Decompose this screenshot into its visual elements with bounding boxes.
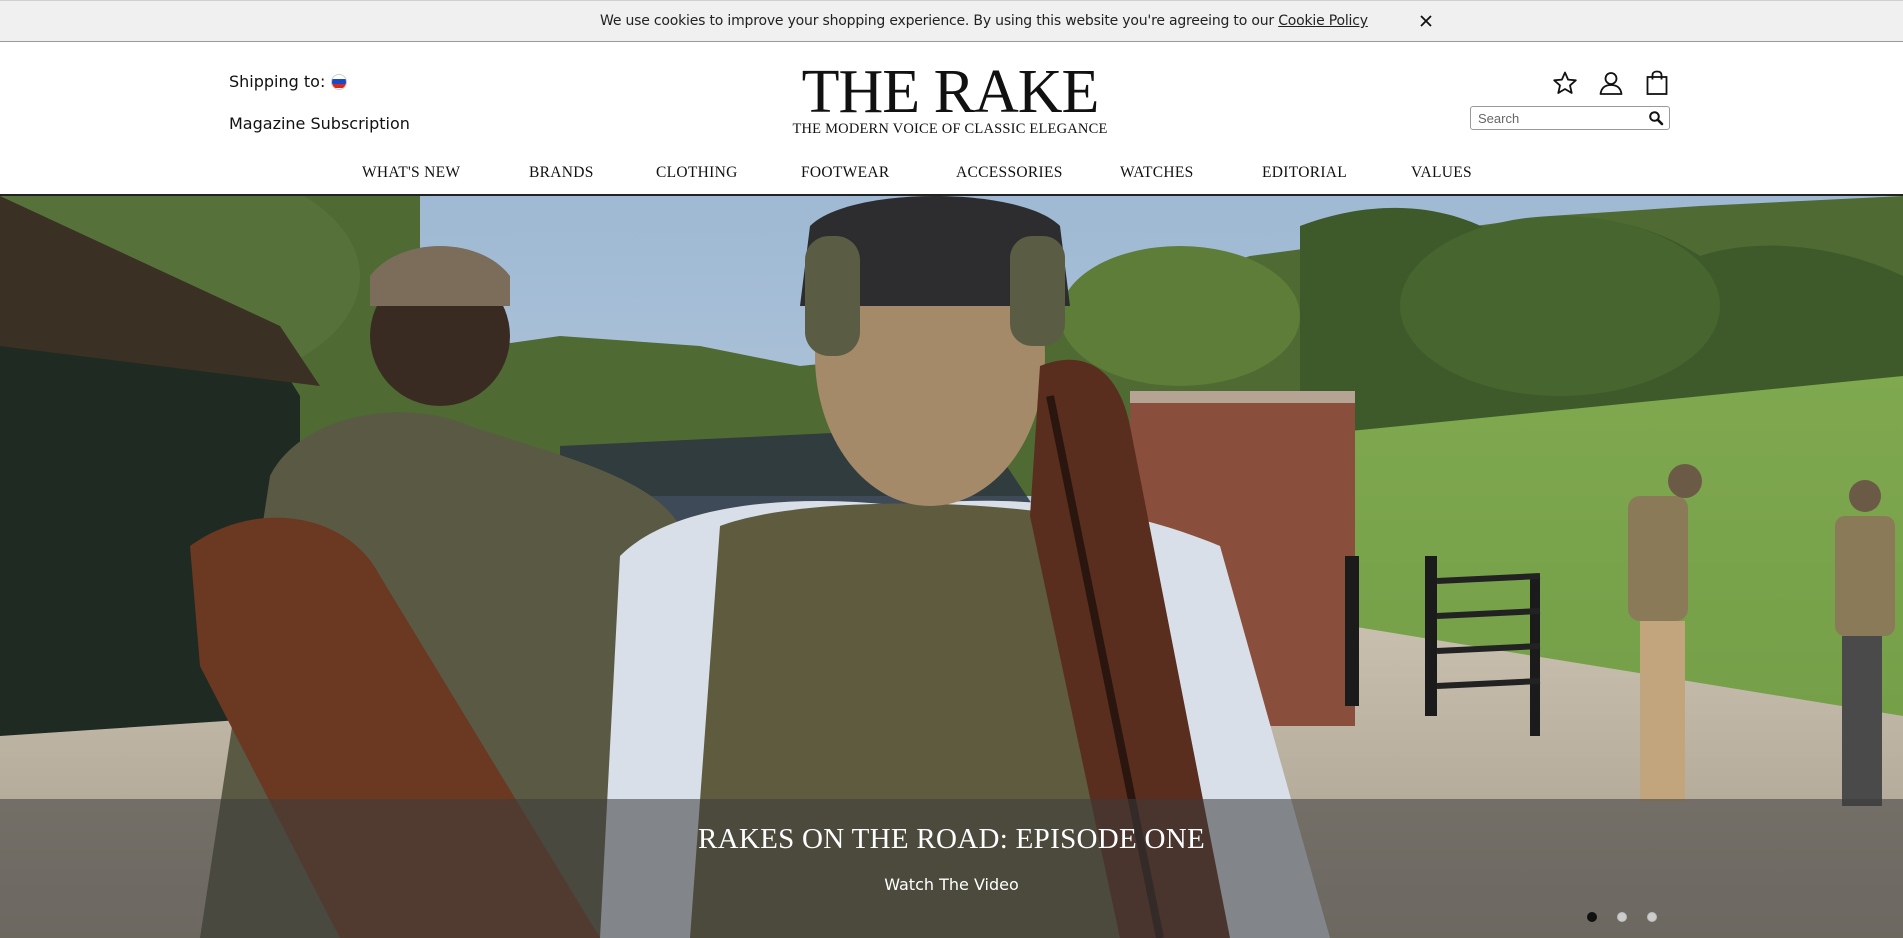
site-header: Shipping to: Magazine Subscription THE R…: [0, 42, 1903, 196]
russia-flag-icon: [331, 73, 348, 90]
logo-title: THE RAKE: [801, 58, 1100, 126]
nav-item-whats-new[interactable]: WHAT'S NEW: [362, 164, 460, 182]
carousel-dot-1[interactable]: [1587, 912, 1597, 922]
carousel-pagination: [1587, 912, 1657, 922]
cookie-policy-link[interactable]: Cookie Policy: [1278, 13, 1368, 29]
cookie-banner: We use cookies to improve your shopping …: [0, 0, 1903, 42]
search-field[interactable]: [1470, 106, 1670, 130]
cookie-message-text: We use cookies to improve your shopping …: [600, 13, 1279, 29]
nav-item-watches[interactable]: WATCHES: [1120, 164, 1194, 182]
close-icon[interactable]: [1417, 12, 1435, 30]
star-icon[interactable]: [1552, 70, 1578, 96]
nav-item-footwear[interactable]: FOOTWEAR: [801, 164, 890, 182]
main-navigation: WHAT'S NEW BRANDS CLOTHING FOOTWEAR ACCE…: [0, 160, 1903, 190]
user-icon[interactable]: [1598, 70, 1624, 96]
cookie-message: We use cookies to improve your shopping …: [600, 13, 1368, 29]
search-icon[interactable]: [1648, 110, 1664, 126]
watch-video-link[interactable]: Watch The Video: [0, 875, 1903, 894]
nav-item-clothing[interactable]: CLOTHING: [656, 164, 738, 182]
nav-item-accessories[interactable]: ACCESSORIES: [956, 164, 1063, 182]
nav-item-values[interactable]: VALUES: [1411, 164, 1472, 182]
carousel-dot-2[interactable]: [1617, 912, 1627, 922]
header-icons: [1552, 70, 1670, 96]
carousel-dot-3[interactable]: [1647, 912, 1657, 922]
hero-title: RAKES ON THE ROAD: EPISODE ONE: [697, 823, 1206, 855]
search-input[interactable]: [1478, 109, 1638, 127]
site-logo[interactable]: THE RAKE THE MODERN VOICE OF CLASSIC ELE…: [780, 58, 1120, 138]
logo-tagline: THE MODERN VOICE OF CLASSIC ELEGANCE: [792, 121, 1108, 137]
shipping-selector[interactable]: Shipping to:: [229, 72, 348, 91]
nav-item-editorial[interactable]: EDITORIAL: [1262, 164, 1347, 182]
nav-item-brands[interactable]: BRANDS: [529, 164, 594, 182]
magazine-subscription-link[interactable]: Magazine Subscription: [229, 114, 410, 133]
hero-banner[interactable]: RAKES ON THE ROAD: EPISODE ONE Watch The…: [0, 196, 1903, 938]
shipping-label: Shipping to:: [229, 72, 326, 91]
shopping-bag-icon[interactable]: [1644, 70, 1670, 96]
